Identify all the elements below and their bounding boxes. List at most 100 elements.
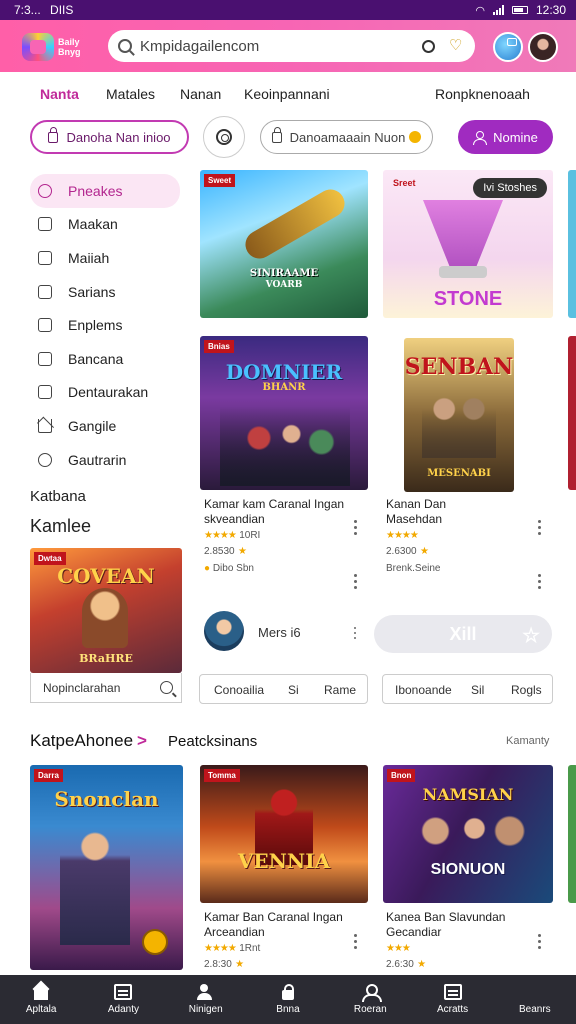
more-options-icon[interactable] bbox=[538, 574, 542, 590]
bottom-nav-item-4[interactable]: Bnna bbox=[247, 975, 329, 1024]
card-hero-figure bbox=[82, 588, 128, 648]
card-6-info: Kamar Ban Caranal Ingan Arceandian ★★★★ … bbox=[204, 910, 354, 972]
top-nav-item-2[interactable]: Matales bbox=[106, 86, 155, 102]
logo-text-line-1: Baily bbox=[58, 37, 80, 47]
wifi-icon: ◠ bbox=[475, 4, 485, 17]
bottom-nav-item-7[interactable]: Beanrs bbox=[494, 975, 576, 1024]
segment-item[interactable]: Si bbox=[288, 683, 299, 697]
segment-item[interactable]: Conoailia bbox=[214, 683, 264, 697]
section-see-all-link[interactable]: Kamanty bbox=[506, 735, 549, 747]
segment-control-left: Conoailia Si Rame bbox=[199, 674, 368, 704]
segment-control-right: Ibonoande Sil Rogls bbox=[382, 674, 553, 704]
star-icon: ★ bbox=[419, 546, 429, 557]
document-icon bbox=[443, 984, 462, 1000]
top-nav-item-3[interactable]: Nanan bbox=[180, 86, 221, 102]
sidebar-item-label: Dentaurakan bbox=[68, 384, 149, 401]
card-4-info: Kanan Dan Masehdan ★★★★ 2.6300 ★ Brenk.S… bbox=[386, 497, 536, 576]
app-logo[interactable]: Baily Bnyg bbox=[22, 32, 92, 62]
rating-stars: ★★★ bbox=[386, 943, 411, 954]
bottom-nav-item-5[interactable]: Roeran bbox=[329, 975, 411, 1024]
segment-item[interactable]: Ibonoande bbox=[395, 683, 452, 697]
star-icon: ☆ bbox=[522, 625, 540, 647]
top-nav-item-5[interactable]: Ronpknenoaah bbox=[435, 86, 530, 102]
bottom-nav-item-6[interactable]: Acratts bbox=[411, 975, 493, 1024]
sidebar-item-6[interactable]: Bancana bbox=[30, 342, 182, 376]
sidebar-item-5[interactable]: Enplems bbox=[30, 308, 182, 342]
card-title: Kanan Dan bbox=[386, 497, 447, 511]
more-options-icon[interactable] bbox=[354, 934, 358, 950]
sidebar-item-4[interactable]: Sarians bbox=[30, 275, 182, 309]
heart-icon[interactable]: ♡ bbox=[449, 38, 465, 53]
sidebar-item-9[interactable]: Gautrarin bbox=[30, 443, 182, 477]
bottom-nav-home[interactable]: Apltala bbox=[0, 975, 82, 1024]
segment-item[interactable]: Rame bbox=[324, 683, 356, 697]
game-card-6[interactable]: Tomma VENNIA bbox=[200, 765, 368, 903]
status-time-right: 12:30 bbox=[535, 3, 566, 17]
star-icon: ★ bbox=[237, 546, 247, 557]
status-dot-icon: ● bbox=[204, 563, 211, 574]
card-tag: Tomma bbox=[204, 769, 240, 782]
more-options-icon[interactable] bbox=[354, 627, 358, 643]
bottom-nav-item-2[interactable]: Adanty bbox=[82, 975, 164, 1024]
more-options-icon[interactable] bbox=[354, 574, 358, 590]
section-title[interactable]: KatpeAhonee > bbox=[30, 731, 147, 751]
search-input-value: Kmpidagailencom bbox=[140, 37, 260, 55]
bottom-nav-label: Acratts bbox=[436, 1004, 469, 1015]
segment-item[interactable]: Rogls bbox=[511, 683, 542, 697]
sidebar-item-label: Maakan bbox=[68, 216, 118, 233]
target-button[interactable] bbox=[203, 116, 245, 158]
star-icon: ★ bbox=[417, 959, 426, 970]
target-icon bbox=[216, 129, 232, 145]
home-icon bbox=[32, 984, 50, 1000]
filter-pill-center[interactable]: Danoamaaain Nuon bbox=[260, 120, 433, 154]
card-3-info: Kamar kam Caranal Ingan skveandian ★★★★ … bbox=[204, 497, 354, 576]
card-art-caption: BRaHRE bbox=[79, 652, 133, 665]
more-options-icon[interactable] bbox=[354, 520, 358, 536]
search-input[interactable]: Kmpidagailencom ♡ bbox=[108, 30, 475, 62]
card-art-sub: VOARB bbox=[265, 280, 303, 290]
sidebar-search-field[interactable]: Nopinclarahan bbox=[30, 673, 182, 703]
more-options-icon[interactable] bbox=[538, 934, 542, 950]
voice-search-icon[interactable] bbox=[422, 39, 435, 53]
image-icon bbox=[38, 385, 52, 400]
game-card-peek-3 bbox=[568, 765, 576, 903]
game-card-1[interactable]: Sweet SINIRAAME VOARB bbox=[200, 170, 368, 318]
bag-icon bbox=[38, 250, 52, 265]
top-nav-item-4[interactable]: Keoinpannani bbox=[244, 86, 330, 102]
segment-item[interactable]: Sil bbox=[471, 683, 484, 697]
views-count: 2.6300 bbox=[386, 546, 417, 557]
notification-avatar[interactable] bbox=[493, 32, 523, 62]
bottom-nav-item-3[interactable]: Ninigen bbox=[165, 975, 247, 1024]
game-card-5[interactable]: Darra Snonclan bbox=[30, 765, 183, 970]
filter-pill-left[interactable]: Danoha Nan inioo bbox=[30, 120, 189, 154]
game-card-3[interactable]: Bnias DOMNIER BHANR bbox=[200, 336, 368, 490]
more-options-icon[interactable] bbox=[538, 520, 542, 536]
top-nav-item-1[interactable]: Nanta bbox=[40, 86, 79, 102]
sidebar-item-8[interactable]: Gangile bbox=[30, 409, 182, 443]
sidebar-item-7[interactable]: Dentaurakan bbox=[30, 376, 182, 410]
user-avatar[interactable] bbox=[204, 611, 244, 651]
game-card-4[interactable]: SENBAN MESENABI bbox=[404, 338, 514, 492]
card-art-title: DOMNIER bbox=[225, 360, 343, 384]
calendar-icon bbox=[114, 984, 133, 1000]
game-card-2[interactable]: Sreet Ivi Stoshes STONE bbox=[383, 170, 553, 318]
sidebar-item-label: Pneakes bbox=[68, 182, 123, 199]
user-name: Mers i6 bbox=[258, 625, 301, 640]
card-art-title: SENBAN bbox=[404, 354, 514, 380]
profile-avatar[interactable] bbox=[528, 32, 558, 62]
sidebar-item-2[interactable]: Maakan bbox=[30, 208, 182, 242]
crystal-base bbox=[439, 266, 487, 278]
game-card-7[interactable]: Bnon NAMSIAN SIONUON bbox=[383, 765, 553, 903]
battery-icon bbox=[511, 6, 528, 14]
status-left: 7:3... DIIS bbox=[14, 3, 73, 17]
file-icon bbox=[38, 318, 52, 333]
logo-mark-icon bbox=[22, 33, 54, 61]
action-button[interactable]: Xill ☆ bbox=[374, 615, 552, 653]
action-button-label: Xill bbox=[449, 623, 477, 644]
filter-pill-right[interactable]: Nomine bbox=[458, 120, 553, 154]
card-art-title: NAMSIAN bbox=[422, 785, 514, 804]
bottom-nav-label: Roeran bbox=[353, 1004, 387, 1015]
sidebar-item-1[interactable]: Pneakes bbox=[30, 174, 180, 208]
sidebar-game-card[interactable]: Dwtaa COVEAN BRaHRE bbox=[30, 548, 182, 673]
sidebar-item-3[interactable]: Maiiah bbox=[30, 241, 182, 275]
